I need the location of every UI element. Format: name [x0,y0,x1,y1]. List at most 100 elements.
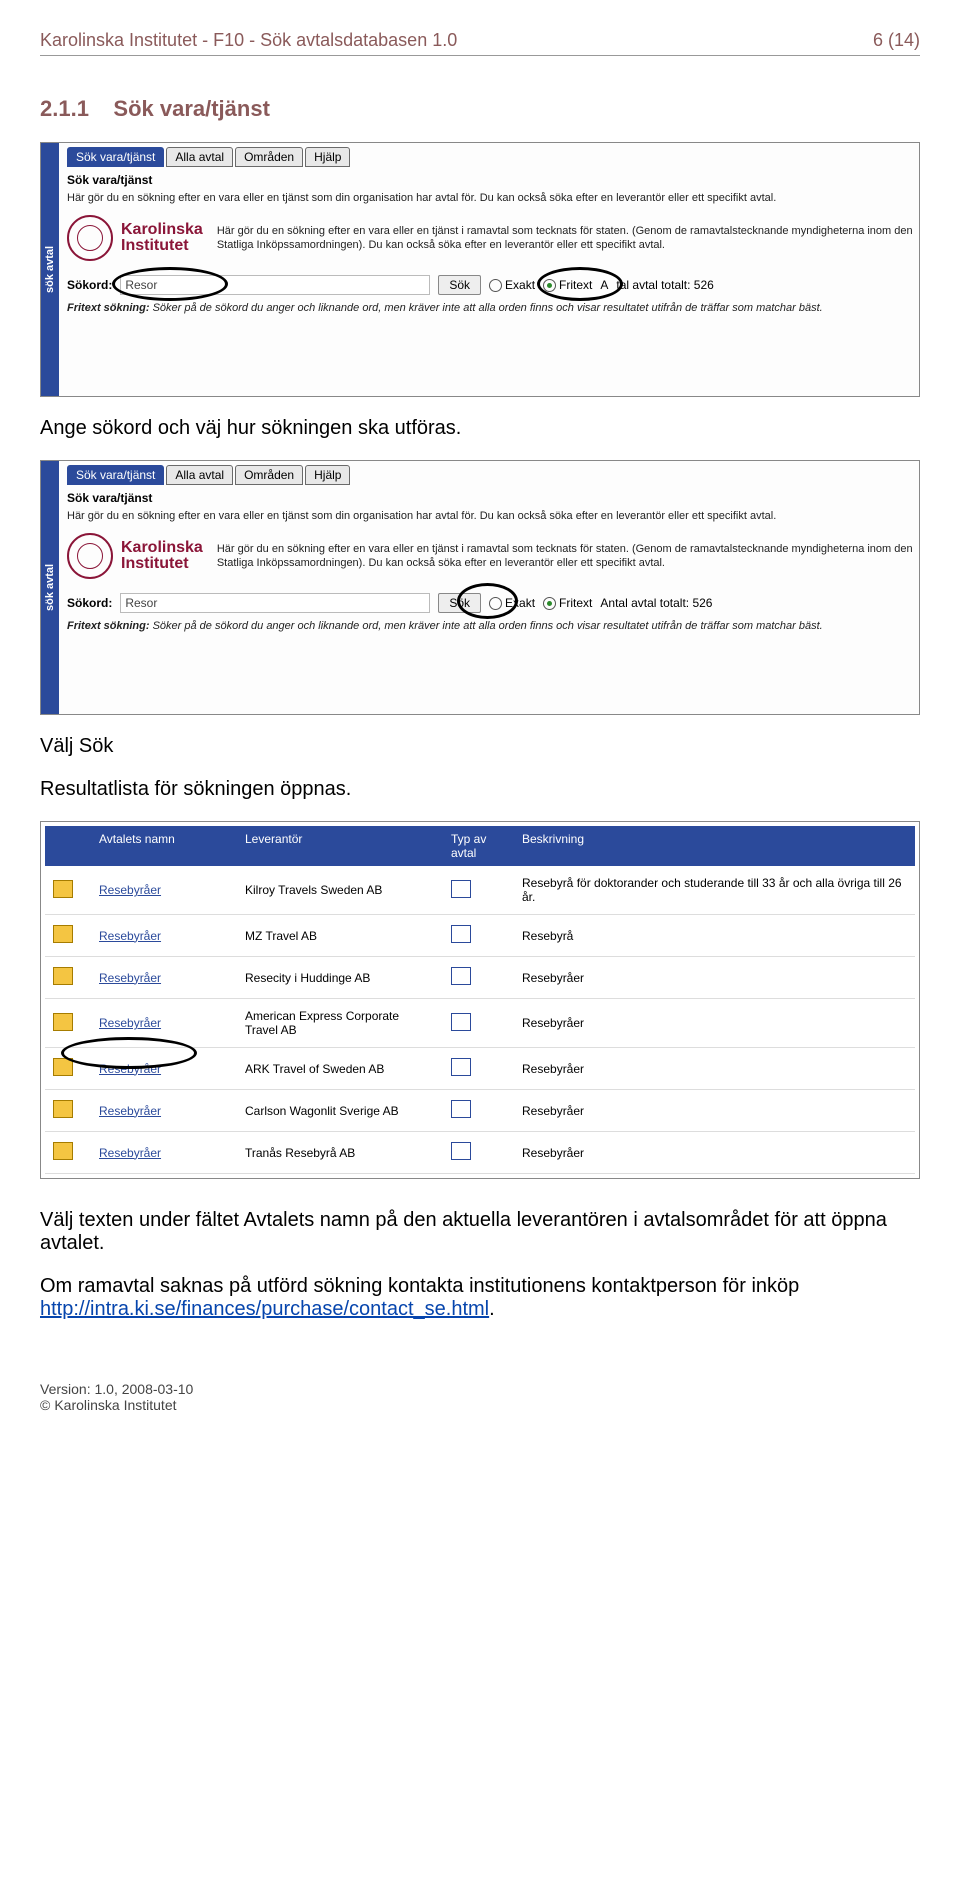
cell-leverantor: MZ Travel AB [237,923,443,949]
cell-leverantor: Kilroy Travels Sweden AB [237,877,443,903]
para4-text: Om ramavtal saknas på utförd sökning kon… [40,1275,799,1297]
cell-leverantor: Tranås Resebyrå AB [237,1140,443,1166]
logo-desc: Här gör du en sökning efter en vara elle… [217,224,915,253]
cell-beskrivning: Resebyråer [514,965,915,991]
ki-seal-icon [67,215,113,261]
fritext-help: Fritext sökning: Söker på de sökord du a… [67,301,915,315]
fritext-help-bold: Fritext sökning: [67,620,150,632]
screenshot-search-1: sök avtal Sök vara/tjänst Alla avtal Omr… [40,142,920,397]
tab-hjalp[interactable]: Hjälp [305,465,350,485]
sokord-label: Sökord: [67,278,112,292]
logo-line1: Karolinska [121,222,203,239]
tab-alla-avtal[interactable]: Alla avtal [166,465,233,485]
tab-row: Sök vara/tjänst Alla avtal Områden Hjälp [67,465,915,485]
logo-desc: Här gör du en sökning efter en vara elle… [217,542,915,571]
cell-beskrivning: Resebyrå [514,923,915,949]
page-footer: Version: 1.0, 2008-03-10 © Karolinska In… [40,1381,920,1413]
radio-fritext-label: Fritext [559,278,592,292]
total-count: tal avtal totalt: 526 [616,278,713,292]
paragraph-2b: Resultatlista för sökningen öppnas. [40,778,920,801]
type-icon [451,925,471,943]
side-tab: sök avtal [41,143,59,396]
radio-checked-icon [543,279,556,292]
paragraph-2a: Välj Sök [40,735,920,758]
search-input[interactable]: Resor [120,593,430,613]
document-icon [53,1013,73,1031]
col-header-desc: Beskrivning [514,826,915,866]
radio-exakt[interactable]: Exakt [489,596,535,610]
table-row: ResebyråerResecity i Huddinge ABResebyrå… [45,957,915,999]
radio-exakt-label: Exakt [505,596,535,610]
avtal-name-link[interactable]: Resebyråer [99,1146,161,1160]
cell-leverantor: Carlson Wagonlit Sverige AB [237,1098,443,1124]
document-icon [53,1142,73,1160]
avtal-name-link[interactable]: Resebyråer [99,1062,161,1076]
header-pageno: 6 (14) [873,30,920,51]
table-row: Resebyråer MZ Travel AB Resebyrå [45,915,915,957]
section-title: Sök vara/tjänst [113,96,270,121]
fritext-help-text: Söker på de sökord du anger och liknande… [153,302,823,314]
sokord-label: Sökord: [67,596,112,610]
copyright-icon: © [40,1397,50,1413]
radio-fritext-label: Fritext [559,596,592,610]
document-icon [53,880,73,898]
table-row: Resebyråer Kilroy Travels Sweden AB Reseby… [45,866,915,915]
ki-logo: Karolinska Institutet [67,215,203,261]
cell-beskrivning: Resebyrå för doktorander och studerande … [514,870,915,910]
paragraph-3: Välj texten under fältet Avtalets namn p… [40,1209,920,1255]
col-header-lev: Leverantör [237,826,443,866]
radio-exakt[interactable]: Exakt [489,278,535,292]
logo-line2: Institutet [121,556,203,573]
radio-unchecked-icon [489,597,502,610]
panel-title: Sök vara/tjänst [67,173,915,187]
avtal-name-link[interactable]: Resebyråer [99,1016,161,1030]
ki-logo: Karolinska Institutet [67,533,203,579]
avtal-name-link[interactable]: Resebyråer [99,883,161,897]
tab-alla-avtal[interactable]: Alla avtal [166,147,233,167]
header-title: Karolinska Institutet - F10 - Sök avtals… [40,30,457,51]
radio-fritext[interactable]: Fritext [543,278,592,292]
section-number: 2.1.1 [40,96,89,121]
table-row: Resebyråer Tranås Resebyrå AB Resebyråer [45,1132,915,1174]
tab-hjalp[interactable]: Hjälp [305,147,350,167]
cell-beskrivning: Resebyråer [514,1056,915,1082]
search-button[interactable]: Sök [438,593,481,613]
avtal-name-link[interactable]: Resebyråer [99,929,161,943]
avtal-name-link[interactable]: Resebyråer [99,971,161,985]
logo-line1: Karolinska [121,540,203,557]
page-header: Karolinska Institutet - F10 - Sök avtals… [40,30,920,56]
logo-line2: Institutet [121,238,203,255]
document-icon [53,925,73,943]
type-icon [451,1058,471,1076]
type-icon [451,880,471,898]
cell-beskrivning: Resebyråer [514,1010,915,1036]
type-icon [451,967,471,985]
search-button[interactable]: Sök [438,275,481,295]
section-heading: 2.1.1 Sök vara/tjänst [40,96,920,122]
cell-beskrivning: Resebyråer [514,1140,915,1166]
tab-sok-vara[interactable]: Sök vara/tjänst [67,465,164,485]
paragraph-4: Om ramavtal saknas på utförd sökning kon… [40,1275,920,1321]
logo-row: Karolinska Institutet Här gör du en sökn… [67,533,915,579]
cell-leverantor: ARK Travel of Sweden AB [237,1056,443,1082]
contact-link[interactable]: http://intra.ki.se/finances/purchase/con… [40,1298,489,1320]
cell-leverantor: American Express Corporate Travel AB [237,1003,443,1043]
table-row: Resebyråer ARK Travel of Sweden AB Resebyr… [45,1048,915,1090]
side-tab: sök avtal [41,461,59,714]
document-icon [53,1058,73,1076]
document-icon [53,967,73,985]
avtal-name-link[interactable]: Resebyråer [99,1104,161,1118]
radio-fritext[interactable]: Fritext [543,596,592,610]
search-row: Sökord: Resor Sök Exakt Fritext Atal avt… [67,275,915,295]
panel-intro: Här gör du en sökning efter en vara elle… [67,509,915,523]
tab-omraden[interactable]: Områden [235,465,303,485]
search-input[interactable]: Resor [120,275,430,295]
col-header-name: Avtalets namn [91,826,237,866]
tab-omraden[interactable]: Områden [235,147,303,167]
fritext-help-text: Söker på de sökord du anger och liknande… [153,620,823,632]
table-row: ResebyråerCarlson Wagonlit Sverige ABRes… [45,1090,915,1132]
tab-sok-vara[interactable]: Sök vara/tjänst [67,147,164,167]
para4-tail: . [489,1298,495,1320]
ki-seal-icon [67,533,113,579]
document-icon [53,1100,73,1118]
